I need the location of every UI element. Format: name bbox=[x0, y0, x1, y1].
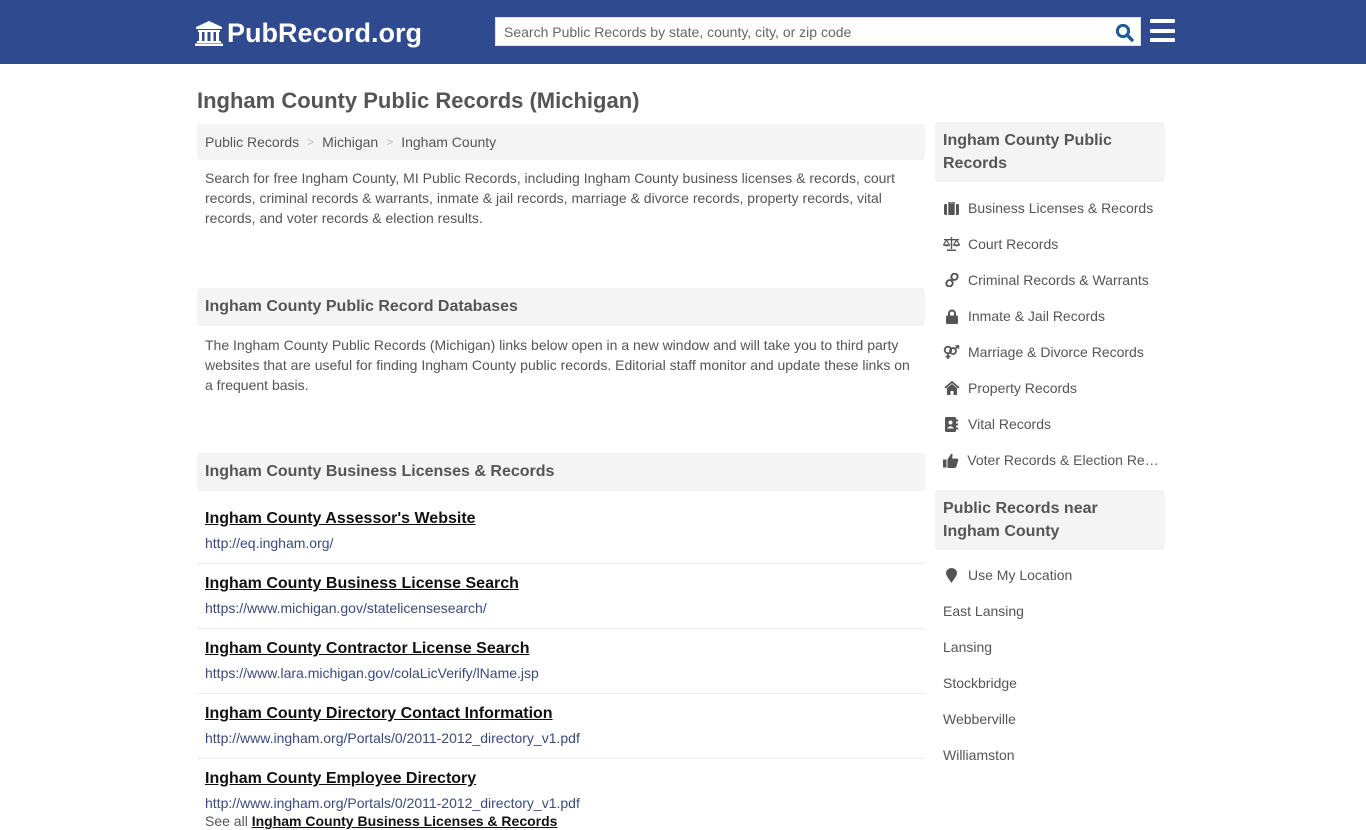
home-icon bbox=[943, 380, 960, 396]
search-button[interactable] bbox=[1112, 21, 1136, 43]
record-link-title[interactable]: Ingham County Contractor License Search bbox=[205, 639, 917, 659]
breadcrumb: Public Records > Michigan > Ingham Count… bbox=[197, 124, 925, 160]
sidebar-item-business-licenses[interactable]: Business Licenses & Records bbox=[935, 190, 1165, 226]
see-all-row: See all Ingham County Business Licenses … bbox=[197, 812, 925, 830]
logo-text: PubRecord.org bbox=[227, 17, 423, 48]
intro-text: Search for free Ingham County, MI Public… bbox=[205, 170, 895, 226]
breadcrumb-public-records[interactable]: Public Records bbox=[205, 134, 299, 150]
nearby-item-stockbridge[interactable]: Stockbridge bbox=[935, 665, 1165, 701]
sidebar-nearby-heading: Public Records near Ingham County bbox=[935, 490, 1165, 550]
nearby-item-webberville[interactable]: Webberville bbox=[935, 701, 1165, 737]
sidebar-item-label: Property Records bbox=[968, 380, 1077, 396]
menu-bar bbox=[1150, 19, 1175, 23]
sidebar-item-vital-records[interactable]: Vital Records bbox=[935, 406, 1165, 442]
courthouse-icon bbox=[195, 21, 223, 46]
menu-bar bbox=[1150, 38, 1175, 42]
sidebar-records-list: Business Licenses & Records Court Record… bbox=[935, 182, 1165, 490]
sidebar-item-label: Court Records bbox=[968, 236, 1059, 252]
list-item: Ingham County Directory Contact Informat… bbox=[197, 694, 925, 759]
sidebar-item-label: Voter Records & Election Results bbox=[967, 452, 1165, 468]
sidebar: Ingham County Public Records Business Li… bbox=[935, 122, 1165, 773]
record-link-url: http://www.ingham.org/Portals/0/2011-201… bbox=[205, 730, 580, 746]
list-item: Ingham County Assessor's Website http://… bbox=[197, 499, 925, 564]
hamburger-menu-icon[interactable] bbox=[1150, 19, 1175, 42]
business-links-list: Ingham County Assessor's Website http://… bbox=[197, 491, 925, 824]
see-all-link[interactable]: Ingham County Business Licenses & Record… bbox=[252, 813, 558, 829]
sidebar-item-court-records[interactable]: Court Records bbox=[935, 226, 1165, 262]
sidebar-item-property-records[interactable]: Property Records bbox=[935, 370, 1165, 406]
sidebar-records-heading: Ingham County Public Records bbox=[935, 122, 1165, 182]
breadcrumb-michigan[interactable]: Michigan bbox=[322, 134, 378, 150]
business-section-heading: Ingham County Business Licenses & Record… bbox=[197, 453, 925, 491]
list-item: Ingham County Contractor License Search … bbox=[197, 629, 925, 694]
search-box bbox=[495, 17, 1141, 46]
nearby-item-lansing[interactable]: Lansing bbox=[935, 629, 1165, 665]
breadcrumb-ingham-county[interactable]: Ingham County bbox=[401, 134, 496, 150]
record-link-url: http://www.ingham.org/Portals/0/2011-201… bbox=[205, 795, 580, 811]
thumbs-up-icon bbox=[943, 452, 959, 468]
menu-bar bbox=[1150, 28, 1175, 33]
address-book-icon bbox=[943, 416, 960, 432]
sidebar-item-label: Criminal Records & Warrants bbox=[968, 272, 1149, 288]
sidebar-item-label: Inmate & Jail Records bbox=[968, 308, 1105, 324]
record-link-url: http://eq.ingham.org/ bbox=[205, 535, 334, 551]
record-link-url: https://www.michigan.gov/statelicensesea… bbox=[205, 600, 487, 616]
page-title: Ingham County Public Records (Michigan) bbox=[197, 88, 640, 113]
record-link-url: https://www.lara.michigan.gov/colaLicVer… bbox=[205, 665, 539, 681]
sidebar-item-marriage-records[interactable]: Marriage & Divorce Records bbox=[935, 334, 1165, 370]
lock-icon bbox=[943, 308, 960, 324]
record-link-title[interactable]: Ingham County Employee Directory bbox=[205, 769, 917, 789]
breadcrumb-separator: > bbox=[386, 135, 394, 149]
nearby-item-east-lansing[interactable]: East Lansing bbox=[935, 593, 1165, 629]
list-item: Ingham County Business License Search ht… bbox=[197, 564, 925, 629]
databases-description: The Ingham County Public Records (Michig… bbox=[205, 337, 910, 393]
gender-icon bbox=[943, 344, 960, 360]
sidebar-item-label: Vital Records bbox=[968, 416, 1052, 432]
sidebar-item-voter-records[interactable]: Voter Records & Election Results bbox=[935, 442, 1165, 478]
use-my-location-button[interactable]: Use My Location bbox=[935, 557, 1165, 593]
top-navbar: PubRecord.org bbox=[0, 0, 1366, 64]
search-input[interactable] bbox=[496, 18, 1106, 45]
sidebar-item-criminal-records[interactable]: Criminal Records & Warrants bbox=[935, 262, 1165, 298]
link-icon bbox=[943, 272, 960, 288]
databases-heading: Ingham County Public Record Databases bbox=[197, 288, 925, 326]
sidebar-item-label: Business Licenses & Records bbox=[968, 200, 1154, 216]
record-link-title[interactable]: Ingham County Business License Search bbox=[205, 574, 917, 594]
search-icon bbox=[1115, 23, 1134, 42]
sidebar-nearby-list: Use My Location East Lansing Lansing Sto… bbox=[935, 550, 1165, 773]
sidebar-item-label: Marriage & Divorce Records bbox=[968, 344, 1144, 360]
sidebar-item-inmate-records[interactable]: Inmate & Jail Records bbox=[935, 298, 1165, 334]
main-content: Public Records > Michigan > Ingham Count… bbox=[197, 124, 925, 830]
map-marker-icon bbox=[943, 567, 960, 583]
sidebar-item-label: Use My Location bbox=[968, 567, 1073, 583]
see-all-prefix: See all bbox=[205, 813, 248, 829]
scales-icon bbox=[943, 236, 960, 252]
record-link-title[interactable]: Ingham County Directory Contact Informat… bbox=[205, 704, 917, 724]
site-logo[interactable]: PubRecord.org bbox=[195, 16, 422, 50]
record-link-title[interactable]: Ingham County Assessor's Website bbox=[205, 509, 917, 529]
breadcrumb-separator: > bbox=[307, 135, 315, 149]
briefcase-icon bbox=[943, 200, 960, 216]
